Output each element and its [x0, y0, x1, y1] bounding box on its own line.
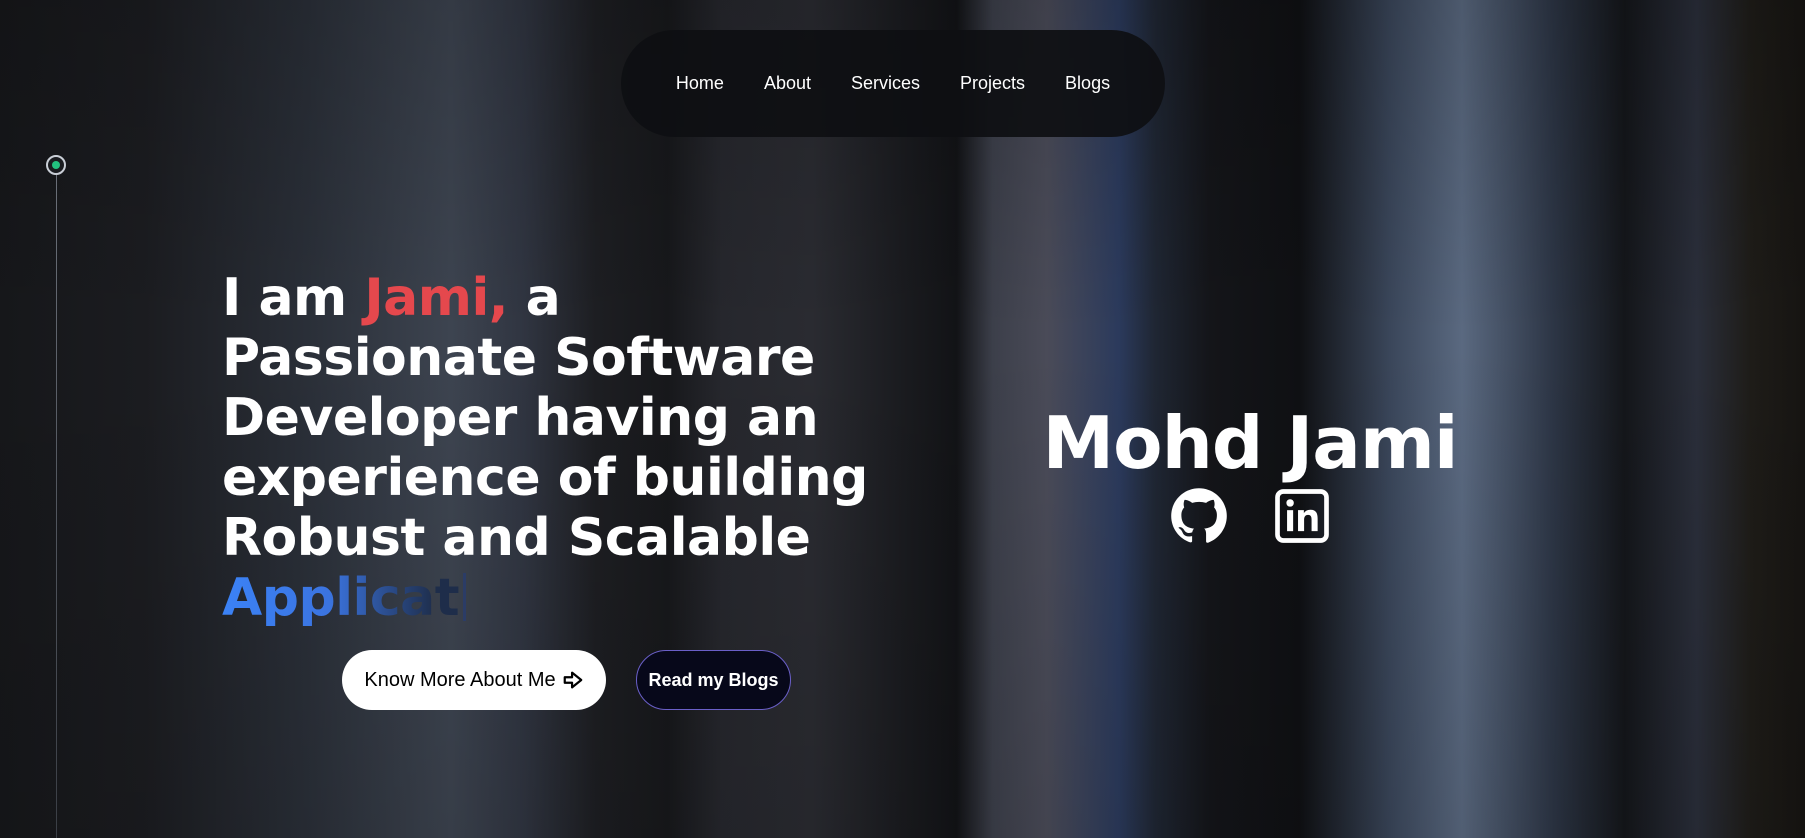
headline-line-2: Passionate Software	[222, 328, 815, 388]
nav-projects-link[interactable]: Projects	[960, 73, 1025, 94]
arrow-right-icon	[563, 671, 582, 689]
nav-services-link[interactable]: Services	[851, 73, 920, 94]
intro-name: Jami,	[364, 268, 509, 328]
headline-line-3: Developer having an	[222, 388, 819, 448]
timeline-dot-icon	[46, 155, 66, 175]
top-navigation: Home About Services Projects Blogs	[621, 30, 1165, 137]
nav-about-link[interactable]: About	[764, 73, 811, 94]
headline-line-5: Robust and Scalable	[222, 508, 811, 568]
intro-suffix: a	[508, 268, 561, 328]
know-more-button[interactable]: Know More About Me	[342, 650, 606, 710]
read-blogs-button[interactable]: Read my Blogs	[636, 650, 791, 710]
social-links	[1170, 487, 1330, 550]
timeline-line	[56, 175, 57, 838]
linkedin-icon	[1275, 488, 1329, 543]
know-more-label: Know More About Me	[364, 668, 556, 691]
nav-blogs-link[interactable]: Blogs	[1065, 73, 1110, 94]
headline-line-4: experience of building	[222, 448, 868, 508]
profile-name: Mohd Jami	[1042, 401, 1458, 485]
linkedin-link[interactable]	[1274, 488, 1330, 549]
typing-text: Applicat	[222, 568, 460, 628]
intro-prefix: I am	[222, 268, 365, 328]
github-link[interactable]	[1170, 487, 1228, 550]
read-blogs-label: Read my Blogs	[648, 669, 779, 690]
typing-caret	[463, 573, 467, 621]
github-icon	[1171, 487, 1227, 543]
nav-home-link[interactable]: Home	[676, 73, 724, 94]
hero-headline: I am Jami, a Passionate Software Develop…	[222, 268, 922, 628]
